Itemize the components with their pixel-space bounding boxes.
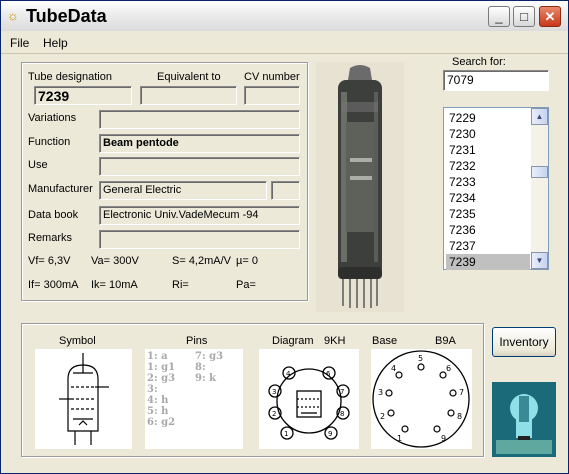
menu-bar: File Help (1, 32, 568, 54)
pin-entry: 3: (147, 384, 158, 395)
function-label: Function (28, 136, 71, 148)
search-label: Search for: (452, 56, 506, 68)
svg-text:7: 7 (459, 388, 464, 397)
base-label: Base (372, 335, 398, 347)
pin-entry: 7: g3 (195, 351, 224, 362)
pin-entry: 2: g3 (147, 373, 176, 384)
spec-ik: Ik= 10mA (91, 279, 138, 291)
remarks-field[interactable] (99, 230, 300, 249)
use-label: Use (28, 159, 48, 171)
tube-designation-field[interactable]: 7239 (34, 86, 132, 105)
spec-if: If= 300mA (28, 279, 79, 291)
list-item[interactable]: 7235 (446, 206, 530, 222)
search-input[interactable]: 7079 (443, 70, 549, 91)
spec-va: Va= 300V (91, 255, 139, 267)
manufacturer-extra-field[interactable] (271, 181, 300, 200)
list-item[interactable]: 7234 (446, 190, 530, 206)
scroll-thumb[interactable] (531, 166, 548, 178)
svg-text:1: 1 (397, 434, 402, 443)
inventory-button[interactable]: Inventory (492, 327, 556, 357)
pins-col1: 1: a 1: g1 2: g3 3: 4: h 5: h 6: g2 (147, 351, 175, 428)
menu-file[interactable]: File (10, 36, 29, 50)
svg-text:6: 6 (446, 364, 451, 373)
svg-text:8: 8 (457, 412, 462, 421)
scroll-down-icon[interactable]: ▼ (531, 252, 548, 269)
pin-diagram: 4 6 3 7 2 8 1 9 (259, 349, 359, 449)
list-item[interactable]: 7230 (446, 126, 530, 142)
pin-entry: 8: (195, 362, 206, 373)
base-code: B9A (435, 335, 456, 347)
tube-photo (316, 62, 404, 312)
close-button[interactable]: ✕ (539, 6, 561, 27)
symbol-label: Symbol (59, 335, 96, 347)
diagram-code: 9KH (324, 335, 346, 347)
pin-entry: 1: a (147, 351, 168, 362)
pins-label: Pins (186, 335, 208, 347)
variations-field[interactable] (99, 110, 300, 129)
variations-label: Variations (28, 112, 77, 124)
lightbulb-icon: ☼ (7, 8, 19, 23)
list-item[interactable]: 7229 (446, 110, 530, 126)
svg-text:2: 2 (272, 410, 276, 418)
spec-pa: Pa= (236, 279, 256, 291)
base-diagram: 5 6 7 8 9 1 2 3 4 (371, 349, 472, 449)
list-item[interactable]: 7232 (446, 158, 530, 174)
tube-symbol (35, 349, 132, 449)
main-window: ☼ TubeData _ □ ✕ File Help Tube designat… (0, 0, 569, 474)
list-item[interactable]: 7231 (446, 142, 530, 158)
manufacturer-field[interactable]: General Electric (99, 181, 267, 200)
svg-text:7: 7 (340, 388, 344, 396)
svg-text:3: 3 (378, 388, 383, 397)
cv-number-label: CV number (244, 71, 300, 83)
pin-entry: 6: g2 (147, 417, 176, 428)
svg-text:4: 4 (286, 370, 291, 378)
svg-text:8: 8 (340, 410, 344, 418)
equivalent-to-label: Equivalent to (157, 71, 221, 83)
tube-designation-label: Tube designation (28, 71, 112, 83)
menu-help[interactable]: Help (43, 36, 68, 50)
scroll-up-icon[interactable]: ▲ (531, 108, 548, 125)
manufacturer-label: Manufacturer (28, 183, 93, 195)
svg-text:1: 1 (284, 430, 288, 438)
window-title: TubeData (26, 6, 107, 26)
svg-text:4: 4 (391, 364, 396, 373)
svg-text:6: 6 (326, 370, 331, 378)
pin-entry: 5: h (147, 406, 169, 417)
function-field[interactable]: Beam pentode (99, 134, 300, 153)
list-item[interactable]: 7236 (446, 222, 530, 238)
pins-box: 1: a 1: g1 2: g3 3: 4: h 5: h 6: g2 7: g3 8: 9: … (145, 349, 243, 449)
list-item[interactable]: 7237 (446, 238, 530, 254)
spec-ri: Ri= (172, 279, 189, 291)
spec-mu: µ= 0 (236, 255, 258, 267)
pins-col2: 7: g3 8: 9: k (195, 351, 223, 384)
svg-text:9: 9 (441, 434, 446, 443)
tube-list[interactable]: 7229 7230 7231 7232 7233 7234 7235 7236 7237 7239… (443, 107, 549, 270)
title-bar[interactable]: ☼ TubeData _ □ ✕ (1, 1, 568, 31)
remarks-label: Remarks (28, 232, 73, 244)
use-field[interactable] (99, 157, 300, 176)
svg-text:3: 3 (272, 388, 276, 396)
maximize-button[interactable]: □ (513, 6, 535, 27)
svg-text:9: 9 (328, 430, 332, 438)
list-scrollbar[interactable]: ▲ ▼ (531, 108, 548, 269)
svg-text:2: 2 (380, 412, 385, 421)
data-book-label: Data book (28, 209, 79, 221)
pin-entry: 1: g1 (147, 362, 176, 373)
cv-number-field[interactable] (244, 86, 300, 105)
list-item[interactable]: 7239 (446, 254, 530, 270)
minimize-button[interactable]: _ (488, 6, 510, 27)
data-book-field[interactable]: Electronic Univ.VadeMecum -94 (99, 206, 300, 225)
svg-text:5: 5 (418, 354, 423, 363)
tubedata-logo (492, 382, 556, 457)
pin-entry: 4: h (147, 395, 169, 406)
list-item[interactable]: 7233 (446, 174, 530, 190)
spec-s: S= 4,2mA/V (172, 255, 232, 267)
spec-vf: Vf= 6,3V (28, 255, 71, 267)
equivalent-to-field[interactable] (140, 86, 237, 105)
pin-entry: 9: k (195, 373, 217, 384)
diagram-label: Diagram (272, 335, 314, 347)
